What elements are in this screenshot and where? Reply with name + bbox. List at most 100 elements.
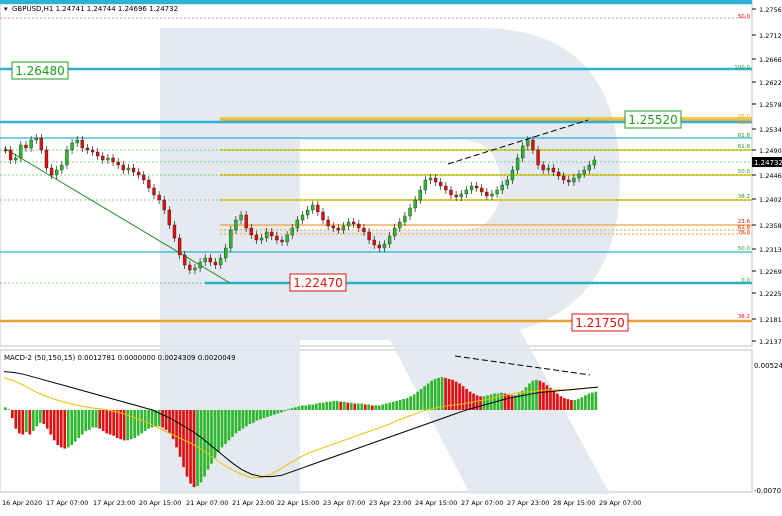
macd-histogram-bar bbox=[563, 398, 566, 410]
candle-body bbox=[316, 204, 320, 213]
macd-histogram-bar bbox=[423, 386, 426, 410]
time-tick-label: 16 Apr 2020 bbox=[2, 499, 42, 507]
candle-body bbox=[65, 149, 69, 166]
macd-histogram-bar bbox=[206, 410, 210, 470]
macd-histogram-bar bbox=[227, 410, 231, 441]
macd-histogram-bar bbox=[405, 398, 409, 410]
macd-histogram-bar bbox=[580, 397, 584, 410]
macd-histogram-bar bbox=[182, 410, 185, 468]
macd-histogram-bar bbox=[339, 401, 343, 410]
macd-histogram-bar bbox=[66, 410, 70, 448]
candle-body bbox=[551, 167, 556, 173]
macd-histogram-bar bbox=[7, 409, 11, 411]
time-tick-label: 27 Apr 07:00 bbox=[461, 499, 503, 507]
macd-histogram-bar bbox=[70, 410, 74, 446]
price-tick-label: 1.26220 bbox=[759, 79, 782, 87]
candle-body bbox=[239, 214, 243, 221]
macd-histogram-bar bbox=[577, 399, 580, 410]
candle-body bbox=[96, 151, 100, 157]
candle-body bbox=[208, 257, 212, 263]
candle-body bbox=[162, 199, 166, 211]
macd-histogram-bar bbox=[430, 380, 433, 410]
candle-body bbox=[352, 221, 356, 225]
candle-body bbox=[556, 171, 561, 177]
macd-histogram-bar bbox=[56, 410, 60, 446]
macd-histogram-bar bbox=[59, 410, 63, 448]
level-label-text: 1.21750 bbox=[575, 316, 625, 330]
candle-body bbox=[341, 225, 346, 231]
macd-histogram-bar bbox=[224, 410, 227, 444]
candle-body bbox=[290, 227, 294, 236]
macd-histogram-bar bbox=[356, 403, 360, 410]
fib-level-label: 61.8 bbox=[738, 144, 751, 150]
candle-body bbox=[295, 219, 300, 229]
macd-histogram-bar bbox=[489, 394, 493, 410]
price-tick-label: 1.24900 bbox=[759, 147, 782, 155]
candle-body bbox=[362, 227, 366, 233]
candle-body bbox=[265, 231, 269, 239]
candle-body bbox=[592, 159, 597, 166]
macd-histogram-bar bbox=[591, 392, 594, 410]
macd-histogram-bar bbox=[381, 404, 385, 410]
macd-histogram-bar bbox=[528, 383, 531, 410]
macd-histogram-bar bbox=[63, 410, 67, 449]
candle-body bbox=[90, 149, 95, 153]
macd-histogram-bar bbox=[147, 410, 150, 429]
chart-canvas[interactable]: ▾ GBPUSD,H1 1.24741 1.24744 1.24696 1.24… bbox=[0, 0, 782, 512]
price-axis: 1.27560 1.27120 1.26660 1.26220 1.25780 1.253… bbox=[752, 6, 782, 346]
symbol-info: GBPUSD,H1 1.24741 1.24744 1.24696 1.2473… bbox=[12, 5, 178, 13]
candle-body bbox=[393, 227, 397, 237]
candle-body bbox=[106, 157, 110, 161]
macd-histogram-bar bbox=[325, 401, 329, 410]
candle-body bbox=[3, 149, 8, 152]
macd-histogram-bar bbox=[199, 410, 203, 483]
candle-body bbox=[136, 171, 141, 176]
macd-histogram-bar bbox=[584, 395, 587, 410]
time-tick-label: 24 Apr 15:00 bbox=[415, 499, 457, 507]
candle-body bbox=[44, 149, 49, 169]
macd-histogram-bar bbox=[269, 410, 273, 416]
price-tick-label: 1.26660 bbox=[759, 56, 782, 64]
level-label-lower-mid: 1.22470 bbox=[289, 273, 347, 292]
macd-histogram-bar bbox=[101, 410, 105, 432]
candle-body bbox=[270, 231, 274, 237]
candle-body bbox=[285, 234, 289, 243]
price-tick-label: 1.25340 bbox=[759, 126, 782, 134]
candle-body bbox=[541, 164, 545, 171]
macd-histogram-bar bbox=[24, 410, 28, 433]
macd-histogram-bar bbox=[252, 410, 255, 423]
macd-histogram-bar bbox=[409, 396, 413, 410]
fib-level-label: 38.2 bbox=[738, 314, 750, 320]
macd-histogram-bar bbox=[503, 393, 507, 410]
fib-level-label: 61.8 bbox=[738, 120, 751, 126]
macd-histogram-bar bbox=[335, 400, 339, 410]
candle-body bbox=[480, 187, 484, 193]
macd-histogram-bar bbox=[507, 394, 510, 410]
macd-histogram-bar bbox=[486, 395, 489, 410]
macd-histogram-bar bbox=[384, 403, 388, 410]
macd-histogram-bar bbox=[98, 410, 102, 429]
candle-body bbox=[572, 177, 576, 183]
macd-histogram-bar bbox=[573, 399, 577, 410]
candle-body bbox=[367, 231, 371, 241]
candle-body bbox=[193, 267, 197, 271]
macd-histogram-bar bbox=[143, 410, 147, 432]
candle-body bbox=[433, 177, 438, 183]
price-tick-label: 1.25780 bbox=[759, 101, 782, 109]
macd-histogram-bar bbox=[524, 387, 528, 410]
macd-histogram-bar bbox=[391, 401, 395, 410]
chart-window[interactable]: ▾ GBPUSD,H1 1.24741 1.24744 1.24696 1.24… bbox=[0, 0, 782, 512]
macd-histogram-bar bbox=[161, 410, 164, 428]
macd-histogram-bar bbox=[4, 407, 7, 410]
candle-body bbox=[546, 167, 550, 171]
candle-body bbox=[418, 189, 422, 201]
macd-histogram-bar bbox=[245, 410, 248, 427]
candle-body bbox=[19, 144, 23, 159]
macd-histogram-bar bbox=[217, 410, 220, 453]
time-tick-label: 28 Apr 15:00 bbox=[553, 499, 595, 507]
macd-histogram-bar bbox=[360, 403, 364, 410]
macd-histogram-bar bbox=[108, 410, 112, 435]
current-price-text: 1.24732 bbox=[754, 159, 782, 167]
macd-histogram-bar bbox=[363, 404, 367, 410]
macd-histogram-bar bbox=[87, 410, 91, 430]
